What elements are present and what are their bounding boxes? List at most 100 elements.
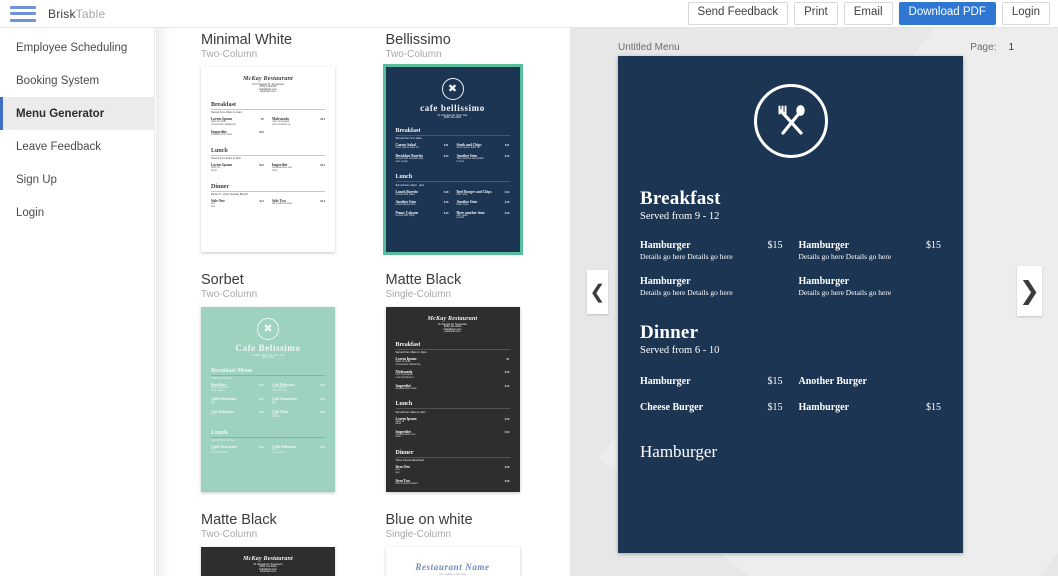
menu-section-breakfast: Breakfast Served from 9 - 12 Hamburger $…	[640, 188, 941, 312]
thumb-section-sub: Served from 10am to 11pm	[395, 351, 427, 355]
sidebar-item-label: Leave Feedback	[16, 140, 102, 153]
login-button[interactable]: Login	[1001, 2, 1050, 25]
template-card-matte-black-single[interactable]: Matte Black Single-Column McKay Restaura…	[385, 272, 571, 492]
sidebar-item-sign-up[interactable]: Sign Up	[0, 163, 154, 196]
template-row: Matte Black Two-Column McKay Restaurant …	[156, 492, 570, 576]
thumb-section-name: Lunch	[395, 401, 510, 410]
thumb-section-sub: Three Course Meal Deal	[395, 459, 424, 463]
thumb-restaurant-name: McKay Restaurant	[243, 76, 293, 82]
sidebar-item-menu-generator[interactable]: Menu Generator	[0, 97, 154, 130]
template-thumbnail[interactable]: ✖ Cafe Belissimo 21 Delft, New York, New…	[201, 307, 335, 492]
template-row: Minimal White Two-Column McKay Restauran…	[156, 28, 571, 255]
thumb-address: 21 Sample St, Sometown (000) 111-2222 hell…	[437, 323, 468, 334]
template-thumbnail[interactable]: McKay Restaurant 21 Sample St, Sometown(…	[201, 547, 335, 576]
sidebar-item-login[interactable]: Login	[0, 196, 154, 229]
menu-item-price: $15	[926, 402, 941, 413]
sidebar-item-booking-system[interactable]: Booking System	[0, 64, 154, 97]
thumb-restaurant-name: cafe bellissimo	[420, 103, 485, 113]
top-bar-actions: Send Feedback Print Email Download PDF L…	[687, 2, 1058, 25]
menu-item-price: $15	[926, 240, 941, 251]
template-layout: Two-Column	[201, 289, 258, 300]
template-name: Blue on white	[385, 512, 473, 528]
thumb-address: 21 N Sample St, Sometown (000) 111-2222 he…	[252, 83, 284, 94]
menu-item-trailing[interactable]: Hamburger	[640, 442, 941, 462]
sidebar: Employee Scheduling Booking System Menu …	[0, 28, 155, 576]
preview-header: Untitled Menu Page: 1	[618, 42, 1014, 53]
thumb-section-name: Dinner	[211, 184, 325, 192]
template-name: Matte Black	[201, 512, 277, 528]
template-name: Matte Black	[385, 272, 462, 288]
menu-item-name: Cheese Burger	[640, 402, 704, 413]
fork-and-spoon-circle-icon	[753, 84, 828, 158]
menu-item-description: Details go here Details go here	[798, 288, 892, 297]
thumb-section-sub: Served from 10am to 11am	[211, 111, 243, 115]
template-thumbnail[interactable]: ✖ cafe bellissimo 21 Carnegie St, New Yo…	[382, 64, 523, 255]
template-layout: Single-Column	[385, 529, 452, 540]
menu-item[interactable]: Hamburger $15	[799, 402, 942, 413]
menu-item-name: Another Burger	[798, 376, 867, 387]
menu-item-name: Hamburger	[798, 240, 850, 251]
thumb-section-name: Breakfast	[211, 102, 325, 110]
template-name: Bellissimo	[385, 32, 451, 48]
menu-title[interactable]: Untitled Menu	[618, 42, 680, 53]
menu-item[interactable]: Cheese Burger $15	[640, 402, 783, 413]
template-list[interactable]: Minimal White Two-Column McKay Restauran…	[156, 28, 570, 576]
chevron-left-icon[interactable]: ❮	[587, 270, 608, 314]
template-row: Sorbet Two-Column ✖ Cafe Belissimo 21 De…	[156, 252, 570, 492]
menu-preview-pane: Untitled Menu Page: 1 Breakfast Served f…	[570, 28, 1058, 576]
app-root: BriskTable Send Feedback Print Email Dow…	[0, 0, 1058, 576]
page-indicator: Page: 1	[970, 42, 1014, 53]
menu-item[interactable]: Another Burger	[799, 376, 942, 387]
template-name: Sorbet	[201, 272, 244, 288]
thumb-section-sub: Served from 12pm - 4pm	[395, 183, 425, 187]
template-card-blue-on-white[interactable]: Blue on white Single-Column Restaurant N…	[385, 512, 571, 576]
thumb-section-sub: Served from 12 noon	[211, 439, 236, 443]
menu-item-name: Hamburger	[798, 276, 850, 287]
thumb-section-sub: 7 AM - Extra menu	[211, 377, 233, 381]
menu-item-name: Hamburger	[640, 376, 691, 387]
sidebar-item-label: Employee Scheduling	[16, 41, 128, 54]
menu-item[interactable]: Hamburger Details go here Details go her…	[799, 276, 942, 297]
email-button[interactable]: Email	[843, 2, 893, 25]
thumb-section-name: Breakfast	[395, 128, 510, 136]
chevron-right-icon[interactable]: ❯	[1017, 266, 1042, 316]
template-thumbnail[interactable]: McKay Restaurant 21 N Sample St, Sometow…	[201, 67, 335, 252]
menu-section-dinner: Dinner Served from 6 - 10 Hamburger $15	[640, 322, 941, 462]
menu-item[interactable]: Hamburger $15	[640, 376, 783, 387]
template-thumbnail[interactable]: McKay Restaurant 21 Sample St, Sometown(…	[385, 307, 520, 492]
sidebar-item-label: Login	[16, 206, 45, 219]
section-name: Dinner	[640, 322, 699, 343]
thumb-section-sub: Dinner 5 - 10pm Sunday Brunch	[211, 193, 249, 197]
page-label: Page:	[970, 42, 997, 53]
sidebar-item-leave-feedback[interactable]: Leave Feedback	[0, 130, 154, 163]
template-layout: Single-Column	[385, 289, 452, 300]
menu-item[interactable]: Hamburger Details go here Details go her…	[640, 276, 783, 297]
thumb-section-sub: Served from 12am to 3pm	[395, 410, 426, 414]
menu-page[interactable]: Breakfast Served from 9 - 12 Hamburger $…	[618, 56, 963, 553]
app-logo[interactable]: BriskTable	[48, 7, 105, 21]
template-thumbnail[interactable]: Restaurant Name Your tagline or line her…	[385, 547, 520, 576]
menu-item-price: $15	[767, 376, 783, 387]
template-card-matte-black-two[interactable]: Matte Black Two-Column McKay Restaurant …	[201, 512, 386, 576]
thumb-section-sub: Served from 12am to 3pm	[211, 157, 241, 161]
download-pdf-button[interactable]: Download PDF	[898, 2, 996, 25]
top-bar: BriskTable Send Feedback Print Email Dow…	[0, 0, 1058, 28]
sidebar-item-employee-scheduling[interactable]: Employee Scheduling	[0, 31, 154, 64]
menu-item-description: Details go here Details go here	[798, 252, 892, 261]
thumb-restaurant-name: McKay Restaurant	[427, 316, 478, 322]
menu-item[interactable]: Hamburger $15 Details go here Details go…	[640, 240, 783, 261]
thumb-section-name: Lunch	[211, 430, 325, 438]
print-button[interactable]: Print	[794, 2, 838, 25]
thumb-section-name: Lunch	[395, 174, 510, 183]
template-card-minimal-white[interactable]: Minimal White Two-Column McKay Restauran…	[201, 32, 386, 252]
template-layout: Two-Column	[201, 529, 258, 540]
hamburger-icon[interactable]	[10, 5, 36, 22]
menu-item[interactable]: Hamburger $15 Details go here Details go…	[799, 240, 942, 261]
template-card-sorbet[interactable]: Sorbet Two-Column ✖ Cafe Belissimo 21 De…	[201, 272, 386, 492]
template-card-bellissimo[interactable]: Bellissimo Two-Column ✖ cafe bellissimo …	[382, 32, 571, 255]
section-subtitle: Served from 6 - 10	[640, 345, 720, 356]
page-number: 1	[1008, 42, 1014, 53]
template-name: Minimal White	[201, 32, 293, 48]
menu-item-name: Hamburger	[798, 402, 850, 413]
send-feedback-button[interactable]: Send Feedback	[687, 2, 789, 25]
